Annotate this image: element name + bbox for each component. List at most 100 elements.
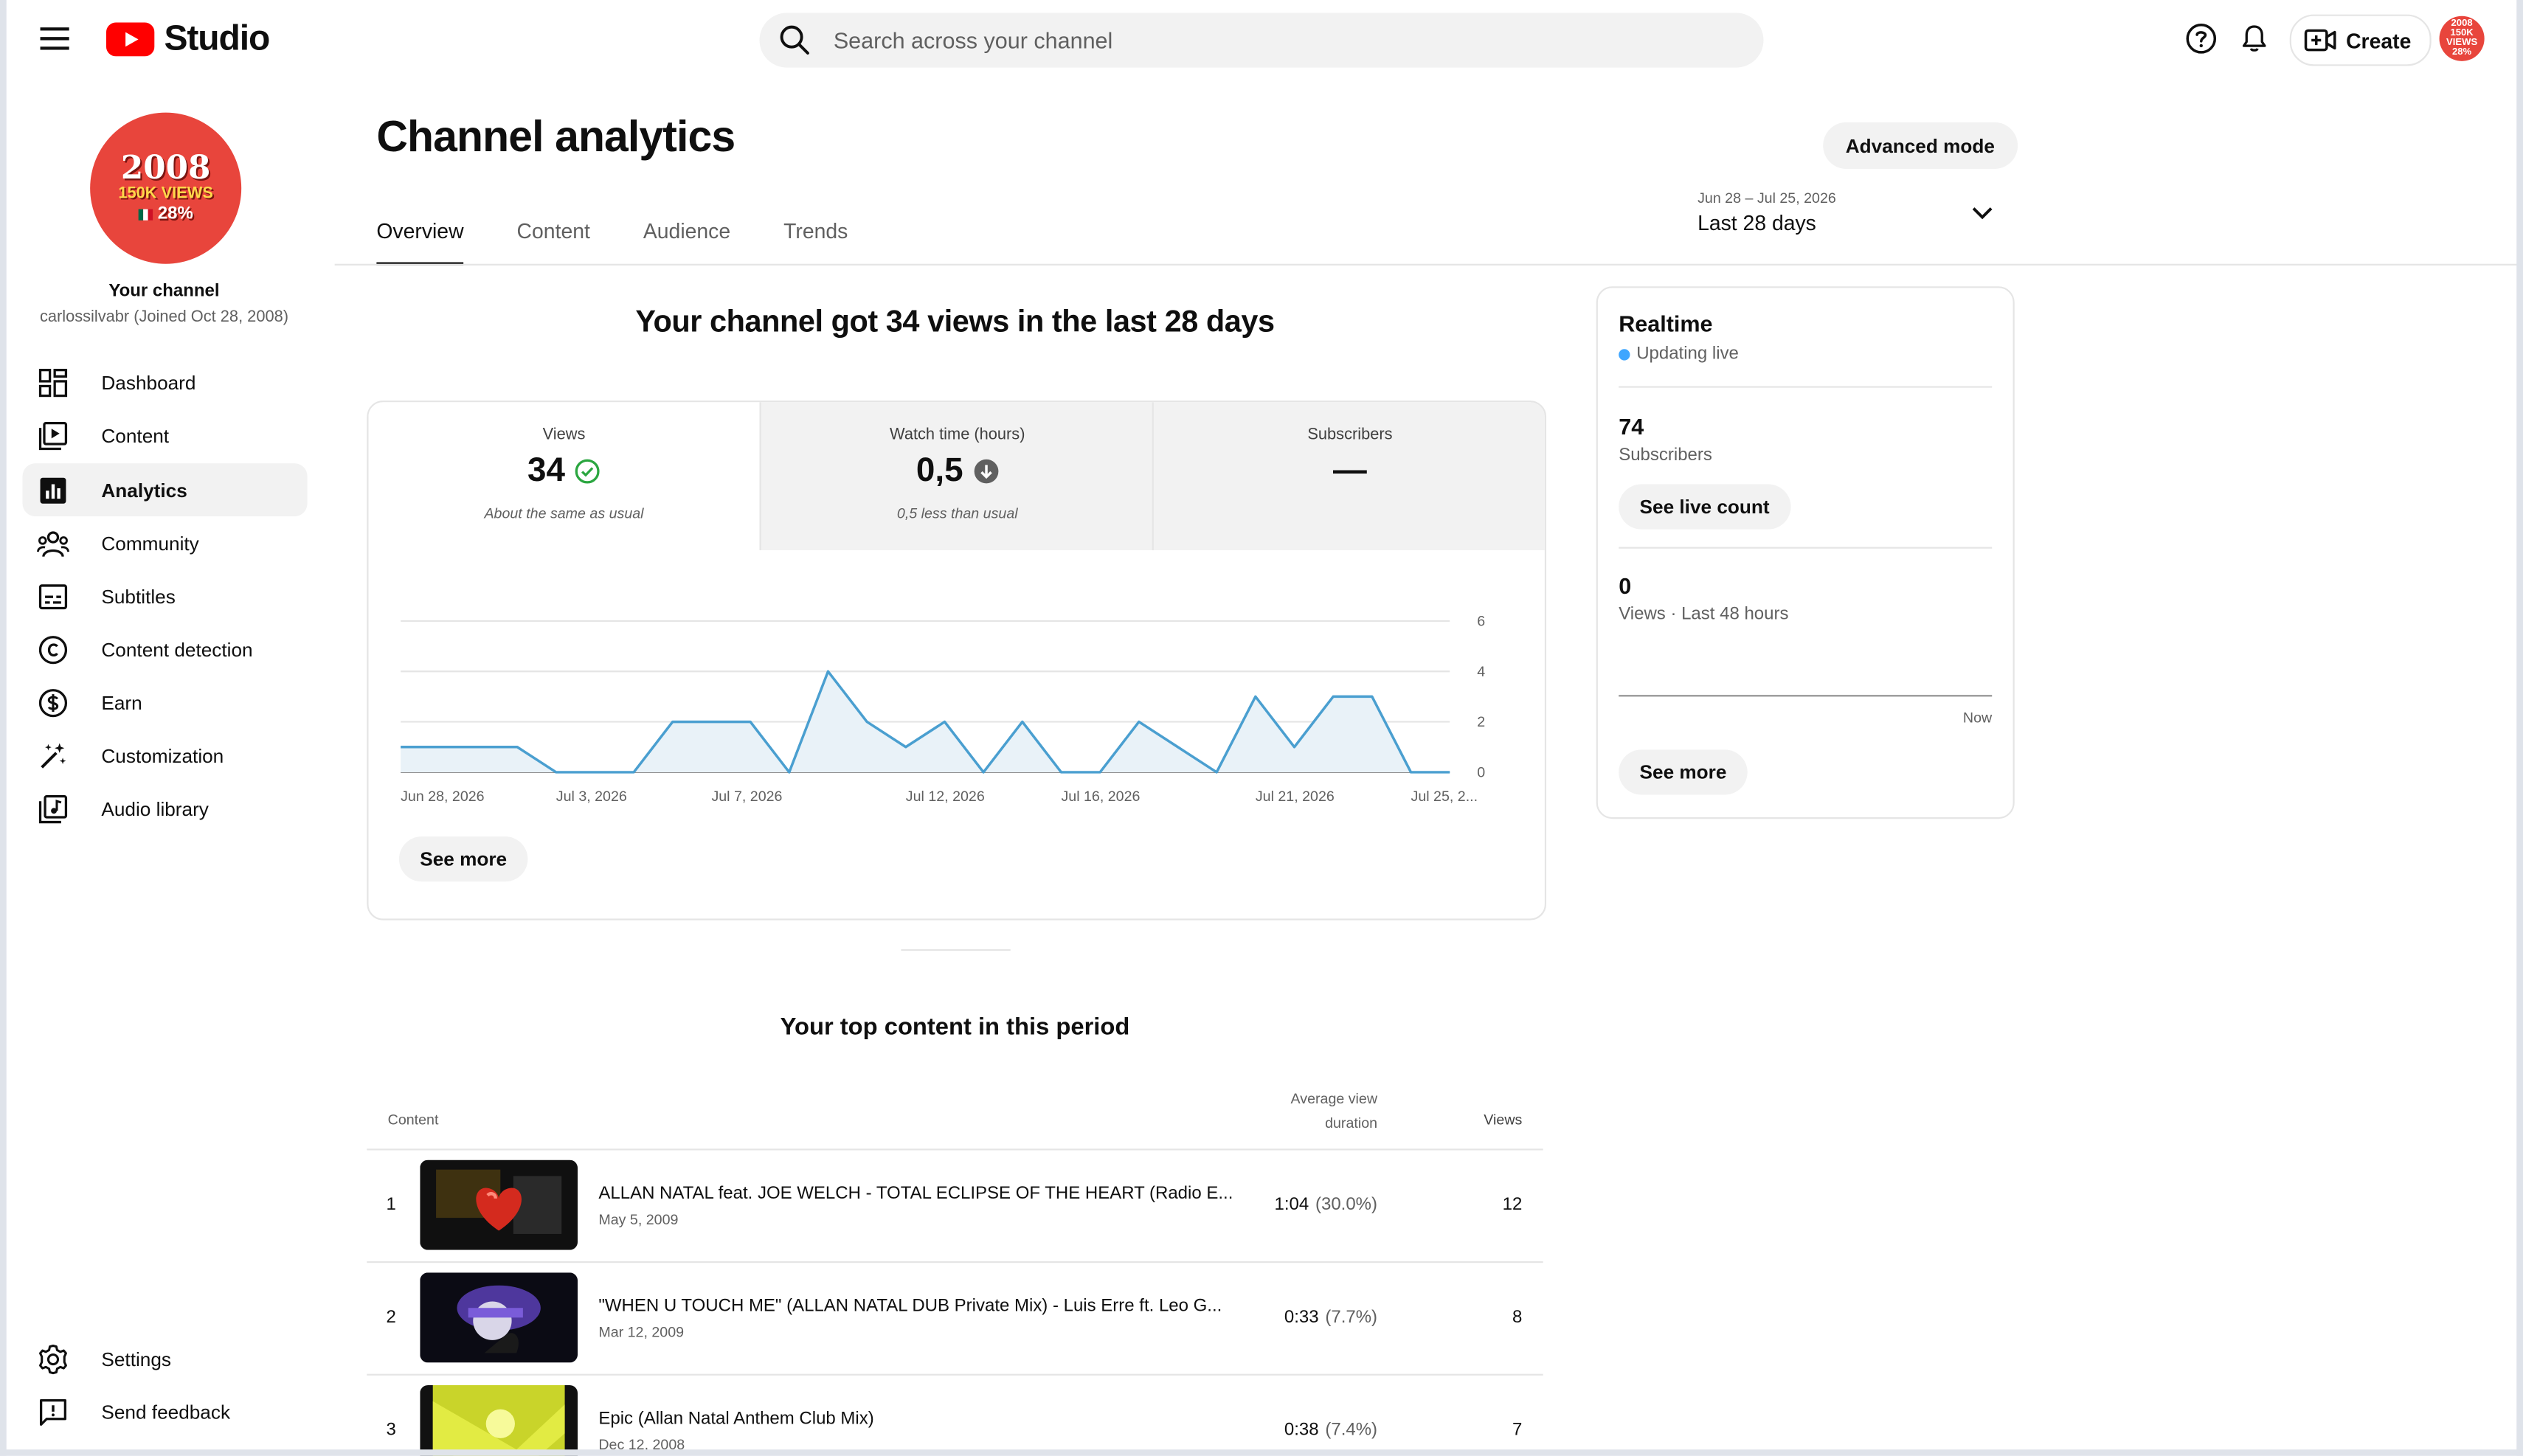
copyright-icon <box>35 631 71 667</box>
table-row[interactable]: 1 ALLAN NATAL feat. JOE WELCH - TOTAL EC… <box>367 1148 1543 1263</box>
account-avatar[interactable]: 2008 150K VIEWS 28% <box>2439 15 2485 61</box>
channel-title: Your channel <box>108 281 220 301</box>
video-thumbnail[interactable] <box>420 1159 578 1250</box>
metric-value-row: 0,5 <box>761 452 1154 490</box>
sidebar-item-analytics[interactable]: Analytics <box>22 463 308 517</box>
sidebar-item-send-feedback[interactable]: Send feedback <box>23 1385 308 1438</box>
avd-time: 0:33 <box>1284 1308 1319 1328</box>
video-thumbnail[interactable] <box>420 1384 578 1456</box>
realtime-title: Realtime <box>1619 310 1713 336</box>
realtime-now-label: Now <box>1962 709 1993 726</box>
sidebar-item-label: Settings <box>101 1347 171 1370</box>
sidebar-item-label: Customization <box>101 743 224 767</box>
help-button[interactable] <box>2174 11 2229 66</box>
video-title[interactable]: "WHEN U TOUCH ME" (ALLAN NATAL DUB Priva… <box>598 1297 1234 1316</box>
realtime-status-text: Updating live <box>1636 344 1739 364</box>
metric-comparison: 0,5 less than usual <box>896 505 1018 521</box>
realtime-views-label: Views · Last 48 hours <box>1619 605 1789 625</box>
menu-icon <box>40 27 69 50</box>
metric-value: — <box>1333 451 1367 490</box>
sidebar-item-audio-library[interactable]: Audio library <box>23 782 308 835</box>
sidebar-item-content-detection[interactable]: Content detection <box>23 623 308 676</box>
sidebar-item-customization[interactable]: Customization <box>23 729 308 782</box>
avd-time: 0:38 <box>1284 1420 1319 1441</box>
video-date: Mar 12, 2009 <box>598 1324 685 1340</box>
video-add-icon <box>2304 29 2336 52</box>
see-more-button[interactable]: See more <box>398 836 528 882</box>
dashboard-icon <box>35 364 71 400</box>
chart-x-tick-label: Jul 25, 2... <box>1411 788 1478 805</box>
window-edge-right <box>2516 0 2523 1456</box>
avd-time: 1:04 <box>1274 1195 1309 1215</box>
chart-x-tick-label: Jul 12, 2026 <box>906 788 985 805</box>
realtime-divider <box>1619 547 1993 549</box>
sidebar-item-content[interactable]: Content <box>23 409 308 462</box>
search-bar[interactable] <box>759 13 1764 68</box>
gear-icon <box>35 1341 71 1376</box>
magic-wand-icon <box>35 738 71 773</box>
dollar-icon <box>35 684 71 720</box>
sidebar-item-community[interactable]: Community <box>23 516 308 569</box>
tab-overview[interactable]: Overview <box>376 219 464 266</box>
help-icon <box>2186 24 2217 54</box>
sidebar-item-label: Subtitles <box>101 584 176 608</box>
tabs-divider <box>334 263 2523 266</box>
metric-title: Views <box>542 426 586 444</box>
chevron-down-icon <box>1972 207 1993 220</box>
sidebar-item-settings[interactable]: Settings <box>23 1332 308 1385</box>
average-view-duration: 1:04 (30.0%) <box>1236 1196 1377 1215</box>
subtitles-icon <box>35 578 71 614</box>
tab-audience[interactable]: Audience <box>643 219 730 264</box>
tab-content[interactable]: Content <box>517 219 590 264</box>
create-button[interactable]: Create <box>2289 14 2432 66</box>
advanced-mode-button[interactable]: Advanced mode <box>1823 122 2018 170</box>
avd-percent: (7.7%) <box>1325 1308 1378 1328</box>
realtime-see-more-button[interactable]: See more <box>1619 749 1748 795</box>
community-icon <box>35 525 71 561</box>
video-date: May 5, 2009 <box>598 1211 679 1228</box>
metric-value: 34 <box>527 451 565 490</box>
average-view-duration: 0:38 (7.4%) <box>1236 1421 1377 1440</box>
metric-watch-time[interactable]: Watch time (hours) 0,5 0,5 less than usu… <box>759 402 1154 550</box>
top-content-title: Your top content in this period <box>780 1013 1130 1041</box>
sidebar-item-earn[interactable]: Earn <box>23 676 308 729</box>
table-row[interactable]: 3 Epic (Allan Natal Anthem Club Mix) Dec… <box>367 1373 1543 1456</box>
search-input[interactable] <box>830 25 1706 55</box>
chart-x-tick-label: Jun 28, 2026 <box>401 788 485 805</box>
sidebar-item-label: Audio library <box>101 797 209 820</box>
chart-x-tick-label: Jul 3, 2026 <box>556 788 627 805</box>
video-title[interactable]: Epic (Allan Natal Anthem Club Mix) <box>598 1410 1234 1429</box>
channel-avatar-percent-text: 28% <box>157 204 193 224</box>
metric-title: Watch time (hours) <box>890 426 1025 444</box>
column-header-content: Content <box>387 1112 439 1128</box>
video-thumbnail[interactable] <box>420 1272 578 1363</box>
hamburger-menu-button[interactable] <box>29 13 80 64</box>
metric-comparison: About the same as usual <box>484 505 644 521</box>
metric-subscribers[interactable]: Subscribers — <box>1152 402 1545 550</box>
sidebar-item-label: Content <box>101 423 170 447</box>
arrow-down-circle-icon <box>973 459 998 484</box>
studio-logo[interactable]: Studio <box>105 16 270 61</box>
date-range-selector[interactable]: Jun 28 – Jul 25, 2026 Last 28 days <box>1697 190 2000 235</box>
see-live-count-button[interactable]: See live count <box>1619 484 1790 530</box>
video-title[interactable]: ALLAN NATAL feat. JOE WELCH - TOTAL ECLI… <box>598 1184 1234 1203</box>
sidebar-item-dashboard[interactable]: Dashboard <box>23 356 308 409</box>
row-rank: 3 <box>386 1420 396 1441</box>
chart-y-tick-label: 6 <box>1477 613 1485 629</box>
table-row[interactable]: 2 "WHEN U TOUCH ME" (ALLAN NATAL DUB Pri… <box>367 1261 1543 1376</box>
metric-value-row: — <box>1154 451 1545 490</box>
create-button-label: Create <box>2346 28 2412 52</box>
sidebar-item-subtitles[interactable]: Subtitles <box>23 569 308 623</box>
audio-library-icon <box>35 791 71 826</box>
analytics-tabs: Overview Content Audience Trends <box>376 219 848 266</box>
tab-trends[interactable]: Trends <box>783 219 848 264</box>
search-icon <box>780 25 809 55</box>
views-line-chart: 0 2 4 6 Jun 28, 2026 Jul 3, 2026 Jul 7, 2026 Ju… <box>401 613 1485 805</box>
channel-avatar[interactable]: 2008 150K VIEWS 28% <box>90 112 242 264</box>
chart-x-tick-label: Jul 21, 2026 <box>1256 788 1335 805</box>
metric-views[interactable]: Views 34 About the same as usual <box>368 402 760 550</box>
notifications-button[interactable] <box>2227 11 2282 66</box>
video-views: 7 <box>1512 1420 1523 1441</box>
chart-y-tick-label: 0 <box>1477 764 1485 780</box>
page-title: Channel analytics <box>376 112 736 162</box>
